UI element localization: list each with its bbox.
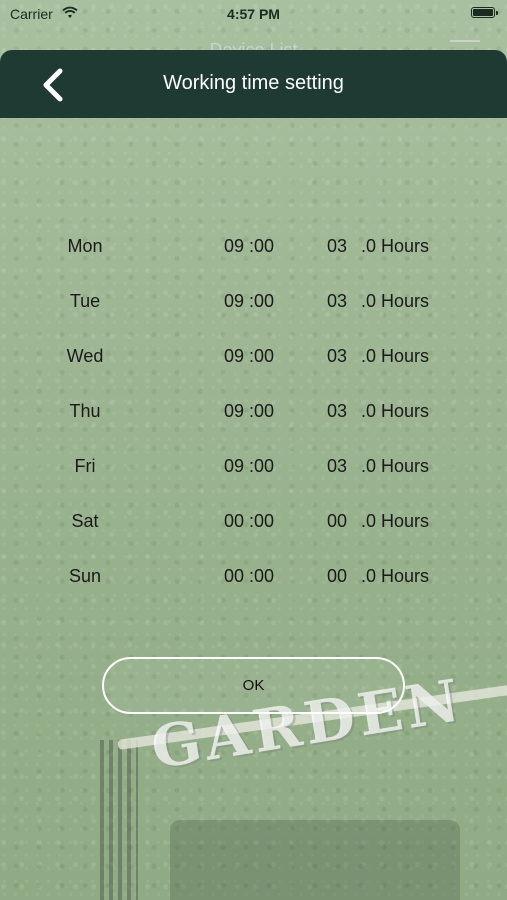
duration-field[interactable]: 03: [327, 346, 347, 367]
schedule-row-tue: Tue 09 :00 03 .0 Hours: [0, 291, 507, 346]
battery-icon: [471, 7, 498, 18]
schedule-row-mon: Mon 09 :00 03 .0 Hours: [0, 236, 507, 291]
start-time-field[interactable]: 09 :00: [224, 291, 274, 312]
start-time-field[interactable]: 00 :00: [224, 511, 274, 532]
schedule-row-thu: Thu 09 :00 03 .0 Hours: [0, 401, 507, 456]
duration-unit: .0 Hours: [361, 401, 430, 421]
duration-field[interactable]: 00: [327, 566, 347, 587]
duration-field[interactable]: 03: [327, 236, 347, 257]
start-time-field[interactable]: 09 :00: [224, 346, 274, 367]
day-label: Thu: [69, 401, 101, 421]
duration-unit: .0 Hours: [361, 456, 430, 476]
day-label: Sat: [71, 511, 99, 531]
start-time-field[interactable]: 00 :00: [224, 566, 274, 587]
nav-bar: Working time setting: [0, 50, 507, 118]
clock-time: 4:57 PM: [227, 6, 280, 22]
duration-field[interactable]: 00: [327, 511, 347, 532]
day-label: Tue: [69, 291, 101, 311]
day-label: Wed: [66, 346, 104, 366]
schedule-row-fri: Fri 09 :00 03 .0 Hours: [0, 456, 507, 511]
duration-field[interactable]: 03: [327, 291, 347, 312]
status-bar: Carrier 4:57 PM: [0, 0, 507, 28]
duration-unit: .0 Hours: [361, 346, 430, 366]
rake-image: [100, 740, 138, 900]
day-label: Sun: [68, 566, 102, 586]
schedule-list: Mon 09 :00 03 .0 Hours Tue 09 :00 03 .0 …: [0, 236, 507, 621]
schedule-row-sun: Sun 00 :00 00 .0 Hours: [0, 566, 507, 621]
day-label: Fri: [74, 456, 96, 476]
duration-unit: .0 Hours: [361, 511, 430, 531]
duration-field[interactable]: 03: [327, 401, 347, 422]
start-time-field[interactable]: 09 :00: [224, 401, 274, 422]
duration-unit: .0 Hours: [361, 291, 430, 311]
sign-shadow: [170, 820, 460, 900]
start-time-field[interactable]: 09 :00: [224, 236, 274, 257]
start-time-field[interactable]: 09 :00: [224, 456, 274, 477]
duration-field[interactable]: 03: [327, 456, 347, 477]
schedule-row-sat: Sat 00 :00 00 .0 Hours: [0, 511, 507, 566]
duration-unit: .0 Hours: [361, 236, 430, 256]
menu-icon: [450, 40, 480, 42]
day-label: Mon: [67, 236, 103, 256]
page-title: Working time setting: [163, 72, 344, 94]
schedule-row-wed: Wed 09 :00 03 .0 Hours: [0, 346, 507, 401]
duration-unit: .0 Hours: [361, 566, 430, 586]
ok-button[interactable]: OK: [102, 657, 405, 714]
